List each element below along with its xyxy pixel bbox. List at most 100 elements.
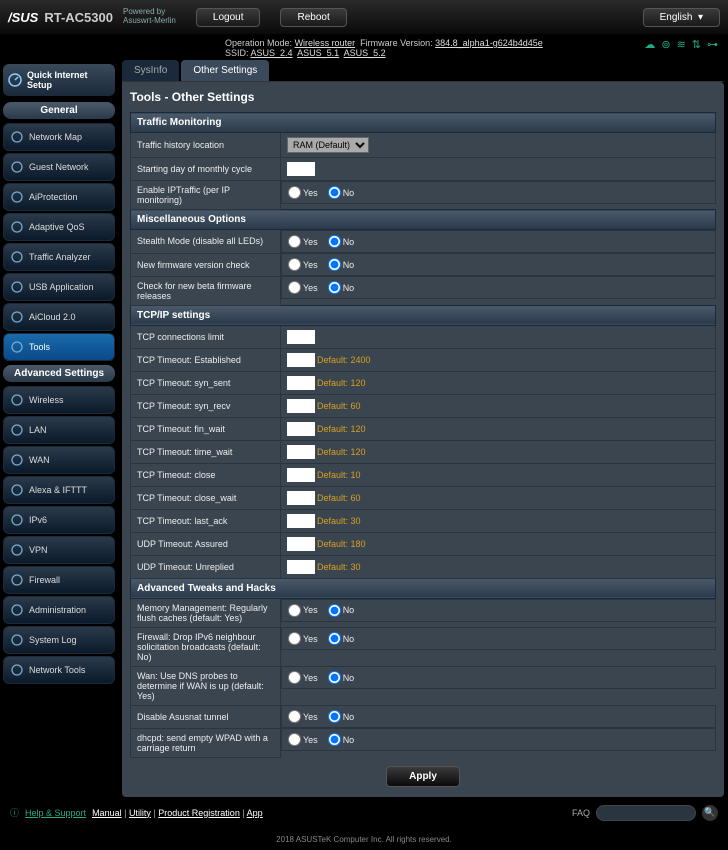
yesno-radio[interactable]: YesNo: [281, 276, 716, 299]
sidebar-item-label: Firewall: [29, 575, 60, 585]
copyright: 2018 ASUSTeK Computer Inc. All rights re…: [0, 829, 728, 850]
op-mode-link[interactable]: Wireless router: [295, 38, 356, 48]
default-value: Default: 120: [317, 424, 366, 434]
yesno-radio[interactable]: YesNo: [281, 627, 716, 650]
logout-button[interactable]: Logout: [196, 8, 261, 27]
help-link[interactable]: Help & Support: [25, 808, 86, 818]
default-value: Default: 60: [317, 401, 361, 411]
yesno-radio[interactable]: YesNo: [281, 253, 716, 276]
nav-icon: [10, 280, 24, 294]
tcpip-input[interactable]: [287, 491, 315, 505]
reboot-button[interactable]: Reboot: [280, 8, 346, 27]
sidebar-item-system-log[interactable]: System Log: [3, 626, 115, 654]
sidebar-item-label: WAN: [29, 455, 50, 465]
general-header: General: [3, 102, 115, 119]
default-value: Default: 120: [317, 447, 366, 457]
sidebar-item-aiprotection[interactable]: AiProtection: [3, 183, 115, 211]
sidebar-item-ipv6[interactable]: IPv6: [3, 506, 115, 534]
sidebar-item-label: Network Map: [29, 132, 82, 142]
language-select[interactable]: English ▾: [643, 8, 720, 27]
nav-icon: [10, 603, 24, 617]
sidebar-item-tools[interactable]: Tools: [3, 333, 115, 361]
ssid-link-2[interactable]: ASUS_5.1: [297, 48, 339, 58]
brand-logo: /SUS: [8, 10, 38, 25]
start-day-input[interactable]: [287, 162, 315, 176]
sidebar-item-guest-network[interactable]: Guest Network: [3, 153, 115, 181]
cloud-icon: ☁: [644, 38, 655, 51]
sidebar-item-label: Administration: [29, 605, 86, 615]
iptraffic-radio[interactable]: YesNo: [281, 181, 716, 204]
sidebar-item-label: LAN: [29, 425, 47, 435]
sidebar-item-label: Wireless: [29, 395, 64, 405]
tcpip-input[interactable]: [287, 514, 315, 528]
footer-link[interactable]: Product Registration: [158, 808, 240, 818]
sidebar-item-network-tools[interactable]: Network Tools: [3, 656, 115, 684]
sidebar-item-lan[interactable]: LAN: [3, 416, 115, 444]
nav-icon: [10, 543, 24, 557]
nav-icon: [10, 190, 24, 204]
nav-icon: [10, 310, 24, 324]
sidebar-item-label: Alexa & IFTTT: [29, 485, 87, 495]
sidebar-item-network-map[interactable]: Network Map: [3, 123, 115, 151]
section-adv-hdr: Advanced Tweaks and Hacks: [131, 578, 716, 598]
footer-link[interactable]: App: [247, 808, 263, 818]
nav-icon: [10, 573, 24, 587]
nav-icon: [10, 220, 24, 234]
default-value: Default: 180: [317, 539, 366, 549]
yesno-radio[interactable]: YesNo: [281, 230, 716, 253]
sidebar-item-firewall[interactable]: Firewall: [3, 566, 115, 594]
model-name: RT-AC5300: [44, 10, 113, 25]
tcpip-input[interactable]: [287, 445, 315, 459]
sidebar-item-aicloud-2-0[interactable]: AiCloud 2.0: [3, 303, 115, 331]
footer: ⓘ Help & Support Manual | Utility | Prod…: [0, 797, 728, 829]
ssid-link-1[interactable]: ASUS_2.4: [251, 48, 293, 58]
nav-icon: [10, 250, 24, 264]
tcpip-input[interactable]: [287, 353, 315, 367]
usb-icon: ⊶: [707, 38, 718, 51]
fw-link[interactable]: 384.8_alpha1-g624b4d45e: [435, 38, 543, 48]
footer-link[interactable]: Manual: [92, 808, 122, 818]
qis-button[interactable]: Quick Internet Setup: [3, 64, 115, 96]
sidebar-item-traffic-analyzer[interactable]: Traffic Analyzer: [3, 243, 115, 271]
yesno-radio[interactable]: YesNo: [281, 666, 716, 689]
tcpip-input[interactable]: [287, 468, 315, 482]
tab-sysinfo[interactable]: SysInfo: [122, 60, 179, 81]
sidebar-item-usb-application[interactable]: USB Application: [3, 273, 115, 301]
faq-search-input[interactable]: [596, 805, 696, 821]
nav-icon: [10, 483, 24, 497]
traffic-loc-select[interactable]: RAM (Default): [287, 137, 369, 153]
sidebar-item-vpn[interactable]: VPN: [3, 536, 115, 564]
yesno-radio[interactable]: YesNo: [281, 728, 716, 751]
tcpip-input[interactable]: [287, 399, 315, 413]
gauge-icon: [7, 72, 23, 88]
ssid-link-3[interactable]: ASUS_5.2: [344, 48, 386, 58]
tcpip-input[interactable]: [287, 330, 315, 344]
sidebar-item-label: USB Application: [29, 282, 94, 292]
sidebar-item-alexa-ifttt[interactable]: Alexa & IFTTT: [3, 476, 115, 504]
tcpip-input[interactable]: [287, 537, 315, 551]
nav-icon: [10, 513, 24, 527]
tcpip-input[interactable]: [287, 376, 315, 390]
sidebar-item-administration[interactable]: Administration: [3, 596, 115, 624]
sidebar-item-label: System Log: [29, 635, 77, 645]
wifi-icon: ⊚: [661, 38, 670, 51]
sidebar-item-adaptive-qos[interactable]: Adaptive QoS: [3, 213, 115, 241]
default-value: Default: 30: [317, 516, 361, 526]
search-icon[interactable]: 🔍: [702, 805, 718, 821]
sidebar-item-wireless[interactable]: Wireless: [3, 386, 115, 414]
header-bar: /SUS RT-AC5300 Powered by Asuswrt-Merlin…: [0, 0, 728, 34]
tab-other-settings[interactable]: Other Settings: [181, 60, 269, 81]
nav-icon: [10, 453, 24, 467]
default-value: Default: 120: [317, 378, 366, 388]
default-value: Default: 10: [317, 470, 361, 480]
info-bar: Operation Mode: Wireless router Firmware…: [0, 34, 728, 60]
sidebar-item-wan[interactable]: WAN: [3, 446, 115, 474]
yesno-radio[interactable]: YesNo: [281, 705, 716, 728]
default-value: Default: 60: [317, 493, 361, 503]
tcpip-input[interactable]: [287, 422, 315, 436]
tcpip-input[interactable]: [287, 560, 315, 574]
apply-button[interactable]: Apply: [386, 766, 460, 787]
yesno-radio[interactable]: YesNo: [281, 599, 716, 622]
sidebar-item-label: AiProtection: [29, 192, 78, 202]
footer-link[interactable]: Utility: [129, 808, 151, 818]
